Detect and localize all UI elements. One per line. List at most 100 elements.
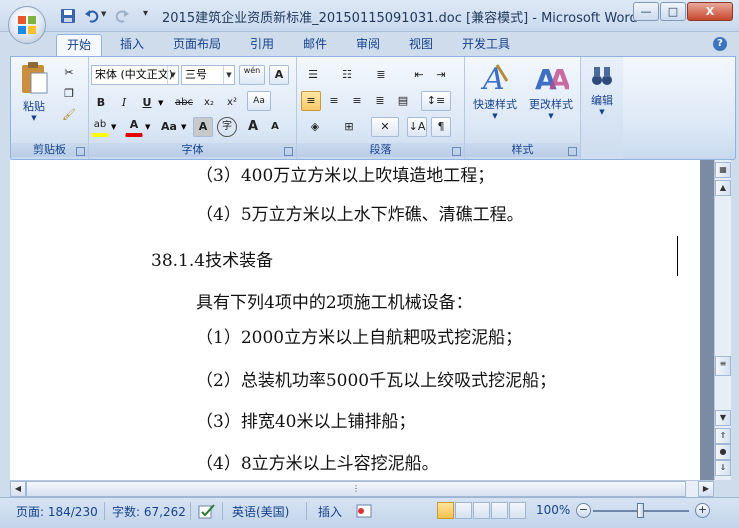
styles-launcher-icon[interactable] [568, 147, 577, 156]
enclose-characters-button[interactable]: 字 [217, 117, 237, 137]
vertical-scrollbar[interactable]: ▦ ▲ ≡ ▼ ⇑ ● ⇓ [714, 160, 731, 480]
highlight-dropdown-icon[interactable]: ▼ [111, 123, 116, 131]
tab-mailings[interactable]: 邮件 [293, 34, 337, 56]
italic-button[interactable]: I [114, 93, 134, 113]
customize-qat-icon[interactable]: ▾ [143, 8, 148, 19]
zoom-out-button[interactable]: − [576, 503, 591, 518]
decrease-indent-icon[interactable]: ⇤ [409, 65, 429, 85]
zoom-level[interactable]: 100% [536, 503, 570, 517]
character-border-button[interactable]: A [269, 65, 289, 85]
ruler-toggle-icon[interactable]: ▦ [715, 162, 731, 178]
strikethrough-button[interactable]: abc [171, 93, 197, 113]
underline-dropdown-icon[interactable]: ▼ [158, 99, 163, 107]
outline-view-button[interactable] [491, 502, 508, 519]
shrink-font-button[interactable]: A [265, 117, 285, 137]
tab-view[interactable]: 视图 [399, 34, 443, 56]
font-color-dropdown-icon[interactable]: ▼ [145, 123, 150, 131]
grow-font-button[interactable]: A [243, 117, 263, 137]
copy-icon[interactable]: ❐ [59, 84, 79, 104]
tab-references[interactable]: 引用 [240, 34, 284, 56]
quick-styles-button[interactable]: A 快速样式 ▼ [467, 61, 523, 120]
proofing-icon[interactable] [198, 504, 216, 520]
superscript-button[interactable]: x² [222, 93, 242, 113]
font-name-dropdown-icon[interactable]: ▼ [167, 66, 178, 84]
word-count[interactable]: 字数: 67,262 [112, 503, 186, 520]
office-button[interactable] [8, 6, 46, 44]
justify-icon[interactable]: ≣ [370, 91, 390, 111]
sort-icon[interactable]: ↓A [407, 117, 427, 137]
insert-mode-status[interactable]: 插入 [318, 503, 342, 520]
format-painter-icon[interactable]: 🖌 [59, 105, 79, 125]
help-icon[interactable]: ? [713, 37, 727, 51]
font-launcher-icon[interactable] [284, 147, 293, 156]
tab-review[interactable]: 审阅 [346, 34, 390, 56]
increase-indent-icon[interactable]: ⇥ [431, 65, 451, 85]
maximize-button[interactable]: □ [660, 2, 686, 21]
borders-icon[interactable]: ⊞ [335, 117, 363, 137]
undo-icon[interactable] [84, 8, 100, 24]
chinese-layout-icon[interactable]: ✕ [371, 117, 399, 137]
horizontal-scrollbar[interactable]: ◀ ⋮ ▶ [10, 480, 714, 497]
numbering-icon[interactable]: ☷ [335, 65, 359, 85]
editing-button[interactable]: 编辑 ▼ [583, 63, 621, 116]
bullets-icon[interactable]: ☰ [301, 65, 325, 85]
undo-dropdown-icon[interactable]: ▼ [101, 10, 106, 18]
font-size-dropdown-icon[interactable]: ▼ [223, 66, 234, 84]
next-page-icon[interactable]: ⇓ [715, 460, 731, 476]
multilevel-list-icon[interactable]: ≣ [369, 65, 393, 85]
subscript-button[interactable]: x₂ [199, 93, 219, 113]
redo-icon[interactable] [114, 8, 130, 24]
close-button[interactable]: X [687, 2, 733, 21]
tab-home[interactable]: 开始 [56, 34, 103, 56]
font-name-combo[interactable]: 宋体 (中文正文) ▼ [91, 65, 179, 85]
full-screen-reading-view-button[interactable] [455, 502, 472, 519]
shading-icon[interactable]: ◈ [301, 117, 329, 137]
paste-button[interactable]: 粘贴 ▼ [15, 61, 53, 131]
align-center-icon[interactable]: ≡ [324, 91, 344, 111]
clear-formatting-button[interactable]: Aa [247, 91, 271, 111]
font-size-combo[interactable]: 三号 ▼ [181, 65, 235, 85]
cut-icon[interactable]: ✂ [59, 63, 79, 83]
paragraph-launcher-icon[interactable] [452, 147, 461, 156]
print-layout-view-button[interactable] [437, 502, 454, 519]
underline-button[interactable]: U [137, 93, 157, 113]
change-case-dropdown-icon[interactable]: ▼ [181, 123, 186, 131]
change-case-button[interactable]: Aa [157, 117, 181, 137]
tab-insert[interactable]: 插入 [110, 34, 154, 56]
highlight-button[interactable]: ab [91, 117, 109, 137]
save-icon[interactable] [60, 8, 76, 24]
horizontal-scroll-thumb[interactable]: ⋮ [26, 481, 686, 497]
show-marks-icon[interactable]: ¶ [431, 117, 451, 137]
clipboard-launcher-icon[interactable] [76, 147, 85, 156]
bold-button[interactable]: B [91, 93, 111, 113]
tab-developer[interactable]: 开发工具 [452, 34, 520, 56]
scroll-right-icon[interactable]: ▶ [698, 481, 714, 497]
align-right-icon[interactable]: ≡ [347, 91, 367, 111]
scroll-thumb[interactable]: ≡ [715, 356, 731, 376]
document-page[interactable]: （3）400万立方米以上吹填造地工程； （4）5万立方米以上水下炸礁、清礁工程。… [10, 160, 700, 480]
distributed-icon[interactable]: ▤ [393, 91, 413, 111]
scroll-down-icon[interactable]: ▼ [715, 410, 731, 426]
scroll-up-icon[interactable]: ▲ [715, 180, 731, 196]
page-count[interactable]: 页面: 184/230 [16, 503, 98, 520]
line-spacing-icon[interactable]: ↕≡ [421, 91, 451, 111]
character-shading-button[interactable]: A [193, 117, 213, 137]
quick-styles-dropdown-icon: ▼ [492, 112, 498, 120]
minimize-button[interactable]: — [633, 2, 659, 21]
macro-record-icon[interactable] [356, 504, 372, 518]
web-layout-view-button[interactable] [473, 502, 490, 519]
draft-view-button[interactable] [509, 502, 526, 519]
zoom-slider-thumb[interactable] [637, 503, 644, 518]
previous-page-icon[interactable]: ⇑ [715, 428, 731, 444]
align-left-icon[interactable]: ≡ [301, 91, 321, 111]
font-color-button[interactable]: A [125, 117, 143, 137]
select-browse-object-icon[interactable]: ● [715, 444, 731, 460]
phonetic-guide-button[interactable]: wén [239, 65, 265, 85]
language-status[interactable]: 英语(美国) [232, 503, 289, 520]
change-styles-icon: A A [535, 63, 571, 96]
zoom-in-button[interactable]: + [695, 503, 710, 518]
tab-page-layout[interactable]: 页面布局 [163, 34, 231, 56]
scroll-left-icon[interactable]: ◀ [10, 481, 26, 497]
styles-group-label: 样式 [465, 143, 580, 157]
change-styles-button[interactable]: A A 更改样式 ▼ [523, 61, 579, 120]
